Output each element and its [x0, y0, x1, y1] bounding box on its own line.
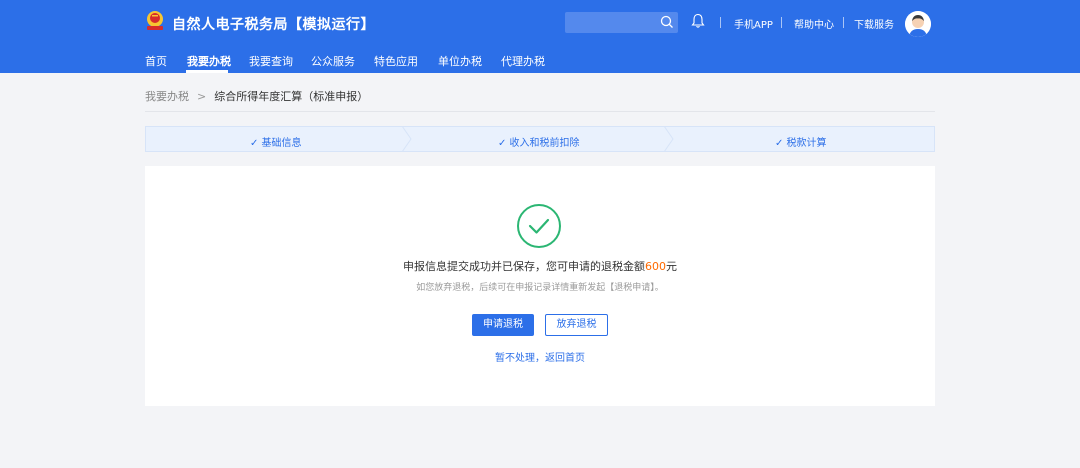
- success-message: 申报信息提交成功并已保存，您可申请的退税金额600元: [145, 258, 935, 274]
- nav-home[interactable]: 首页: [145, 53, 167, 69]
- active-nav-indicator: [186, 70, 228, 73]
- help-center-link[interactable]: 帮助中心: [794, 16, 834, 31]
- nav-agent-tax[interactable]: 代理办税: [501, 53, 545, 69]
- search-input[interactable]: [565, 12, 678, 33]
- nav-tax-handling[interactable]: 我要办税: [187, 53, 231, 69]
- step-basic-info: ✓ 基础信息: [250, 138, 302, 149]
- breadcrumb: 我要办税 > 综合所得年度汇算（标准申报）: [145, 88, 368, 104]
- nav-query[interactable]: 我要查询: [249, 53, 293, 69]
- divider: [843, 17, 844, 28]
- refund-amount: 600: [645, 260, 666, 273]
- amount-unit: 元: [666, 260, 677, 273]
- step-income-deduction: ✓ 收入和税前扣除: [498, 138, 580, 149]
- bell-icon[interactable]: [691, 13, 705, 29]
- breadcrumb-divider: [145, 111, 935, 112]
- site-title[interactable]: 自然人电子税务局【模拟运行】: [172, 14, 375, 34]
- success-message-text: 申报信息提交成功并已保存，您可申请的退税金额: [403, 260, 645, 273]
- nav-public-service[interactable]: 公众服务: [311, 53, 355, 69]
- apply-refund-button[interactable]: 申请退税: [472, 314, 534, 336]
- breadcrumb-current: 综合所得年度汇算（标准申报）: [214, 90, 369, 103]
- step-tax-calculation: ✓ 税款计算: [775, 138, 827, 149]
- search-icon[interactable]: [660, 15, 674, 29]
- return-home-link[interactable]: 暂不处理，返回首页: [145, 349, 935, 364]
- step-arrow-icon: [664, 126, 674, 152]
- success-check-icon: [517, 204, 561, 248]
- tax-emblem-icon: [147, 11, 163, 30]
- avatar[interactable]: [905, 11, 931, 37]
- nav-unit-tax[interactable]: 单位办税: [438, 53, 482, 69]
- download-service-link[interactable]: 下载服务: [854, 16, 894, 31]
- divider: [720, 17, 721, 28]
- step-arrow-icon: [402, 126, 412, 152]
- chevron-right-icon: >: [197, 90, 207, 103]
- progress-steps: ✓ 基础信息 ✓ 收入和税前扣除 ✓ 税款计算: [145, 126, 935, 152]
- abandon-refund-button[interactable]: 放弃退税: [545, 314, 608, 336]
- divider: [781, 17, 782, 28]
- user-avatar-icon: [905, 11, 931, 37]
- breadcrumb-parent[interactable]: 我要办税: [145, 90, 189, 103]
- nav-featured-apps[interactable]: 特色应用: [374, 53, 418, 69]
- mobile-app-link[interactable]: 手机APP: [734, 16, 773, 31]
- abandon-hint: 如您放弃退税，后续可在申报记录详情重新发起【退税申请】。: [416, 283, 664, 293]
- top-header: 自然人电子税务局【模拟运行】 手机APP 帮助中心 下载服务 首页 我要办税 我…: [0, 0, 1080, 73]
- result-card: 申报信息提交成功并已保存，您可申请的退税金额600元 如您放弃退税，后续可在申报…: [145, 166, 935, 406]
